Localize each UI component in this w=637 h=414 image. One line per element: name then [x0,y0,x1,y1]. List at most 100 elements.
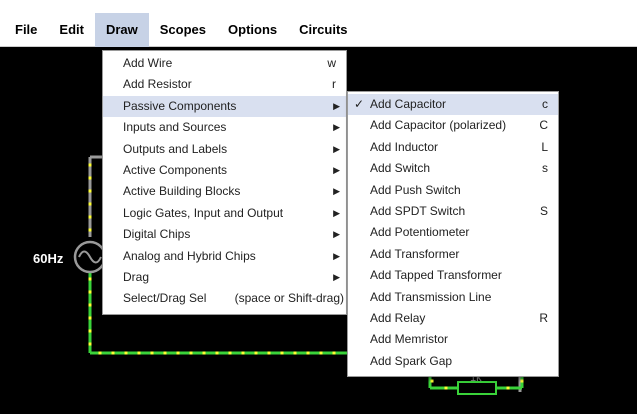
current-dot [267,351,271,355]
menu-item-digital-chips[interactable]: Digital Chips ▶ [103,224,346,245]
menu-file[interactable]: File [4,13,48,47]
menu-options[interactable]: Options [217,13,288,47]
menu-item-label: Add Capacitor [370,97,447,111]
menu-item-add-push-switch[interactable]: Add Push Switch [348,180,558,201]
submenu-arrow-icon: ▶ [333,100,340,111]
menu-item-add-potentiometer[interactable]: Add Potentiometer [348,222,558,243]
menu-item-label: Add Switch [370,161,431,176]
menu-item-label: Add Wire [123,56,173,70]
current-dot [293,351,297,355]
menu-item-logic-gates[interactable]: Logic Gates, Input and Output ▶ [103,203,346,224]
submenu-arrow-icon: ▶ [333,164,340,175]
submenu-arrow-icon: ▶ [333,143,340,154]
source-label: 60Hz [33,251,64,266]
current-dot [202,351,206,355]
menu-item-add-inductor[interactable]: Add Inductor L [348,137,558,158]
menu-item-drag[interactable]: Drag ▶ [103,267,346,288]
current-dot [88,202,92,206]
current-dot [254,351,258,355]
menu-item-label: Active Building Blocks [123,184,241,199]
menu-draw[interactable]: Draw [94,12,149,47]
menu-item-passive-components[interactable]: Passive Components ▶ [103,95,346,118]
menu-item-add-transformer[interactable]: Add Transformer [348,244,558,265]
menu-item-add-transmission-line[interactable]: Add Transmission Line [348,287,558,308]
current-dot [137,351,141,355]
menu-item-label: Outputs and Labels [123,141,228,156]
menu-item-add-wire[interactable]: Add Wire w [103,53,346,74]
menu-bar: File Edit Draw Scopes Options Circuits [0,12,637,47]
menu-item-active-components[interactable]: Active Components ▶ [103,160,346,181]
submenu-arrow-icon: ▶ [333,271,340,282]
menu-item-label: Passive Components [123,98,237,113]
submenu-arrow-icon: ▶ [333,207,340,218]
menu-item-add-resistor[interactable]: Add Resistor r [103,74,346,95]
menu-item-label: Add Transmission Line [370,289,492,304]
menu-item-label: Add Capacitor (polarized) [370,118,507,133]
menu-edit[interactable]: Edit [48,13,95,47]
menu-item-add-spdt-switch[interactable]: Add SPDT Switch S [348,201,558,222]
menu-item-label: Add Memristor [370,332,449,347]
menu-item-add-capacitor[interactable]: ✓ Add Capacitor c [348,94,558,116]
submenu-arrow-icon: ▶ [333,122,340,133]
current-dot [163,351,167,355]
current-dot [88,316,92,320]
current-dot [150,351,154,355]
menu-item-label: Digital Chips [123,227,191,242]
current-dot [88,342,92,346]
submenu-arrow-icon: ▶ [333,229,340,240]
menu-item-label: Inputs and Sources [123,120,227,135]
current-dot [88,189,92,193]
shortcut-label: r [332,77,336,92]
shortcut-label: w [327,56,336,70]
current-dot [506,386,510,390]
current-dot [124,351,128,355]
current-dot [88,329,92,333]
menu-item-add-memristor[interactable]: Add Memristor [348,329,558,350]
submenu-arrow-icon: ▶ [333,186,340,197]
menu-item-label: Add Resistor [123,77,192,92]
menu-item-add-switch[interactable]: Add Switch s [348,158,558,179]
current-dot [444,386,448,390]
current-dot [228,351,232,355]
menu-item-label: Select/Drag Sel [123,291,207,306]
current-dot [241,351,245,355]
menu-item-label: Add Relay [370,310,426,325]
menu-item-add-spark-gap[interactable]: Add Spark Gap [348,351,558,372]
menu-item-label: Logic Gates, Input and Output [123,205,284,220]
current-dot [520,379,524,383]
draw-menu: Add Wire w Add Resistor r Passive Componen… [102,50,347,315]
menu-item-outputs-and-labels[interactable]: Outputs and Labels ▶ [103,139,346,160]
menu-item-active-building-blocks[interactable]: Active Building Blocks ▶ [103,181,346,202]
current-dot [88,176,92,180]
ac-source-wave [78,250,102,264]
menu-scopes[interactable]: Scopes [149,13,217,47]
current-dot [88,228,92,232]
menu-item-add-tapped-transformer[interactable]: Add Tapped Transformer [348,265,558,286]
menu-item-inputs-and-sources[interactable]: Inputs and Sources ▶ [103,117,346,138]
shortcut-label: S [539,203,548,218]
menu-circuits[interactable]: Circuits [288,13,358,47]
menu-item-label: Add Push Switch [370,182,461,197]
current-dot [111,351,115,355]
current-dot [88,303,92,307]
menu-item-label: Active Components [123,162,228,177]
menu-item-add-capacitor-polarized[interactable]: Add Capacitor (polarized) C [348,115,558,136]
menu-item-select-drag-sel[interactable]: Select/Drag Sel (space or Shift-drag) [103,288,346,309]
menu-item-label: Add Tapped Transformer [370,268,502,283]
window-top-strip [0,0,637,13]
shortcut-label: C [539,118,548,133]
current-dot [98,351,102,355]
current-dot [88,215,92,219]
menu-item-label: Add Transformer [370,246,460,261]
current-dot [88,277,92,281]
current-dot [176,351,180,355]
shortcut-label: c [542,97,548,111]
shortcut-label: s [542,161,548,176]
current-dot [319,351,323,355]
menu-item-analog-hybrid-chips[interactable]: Analog and Hybrid Chips ▶ [103,246,346,267]
shortcut-label: (space or Shift-drag) [234,291,344,306]
menu-item-label: Add Spark Gap [370,353,453,368]
current-dot [430,379,434,383]
menu-item-add-relay[interactable]: Add Relay R [348,308,558,329]
current-dot [215,351,219,355]
